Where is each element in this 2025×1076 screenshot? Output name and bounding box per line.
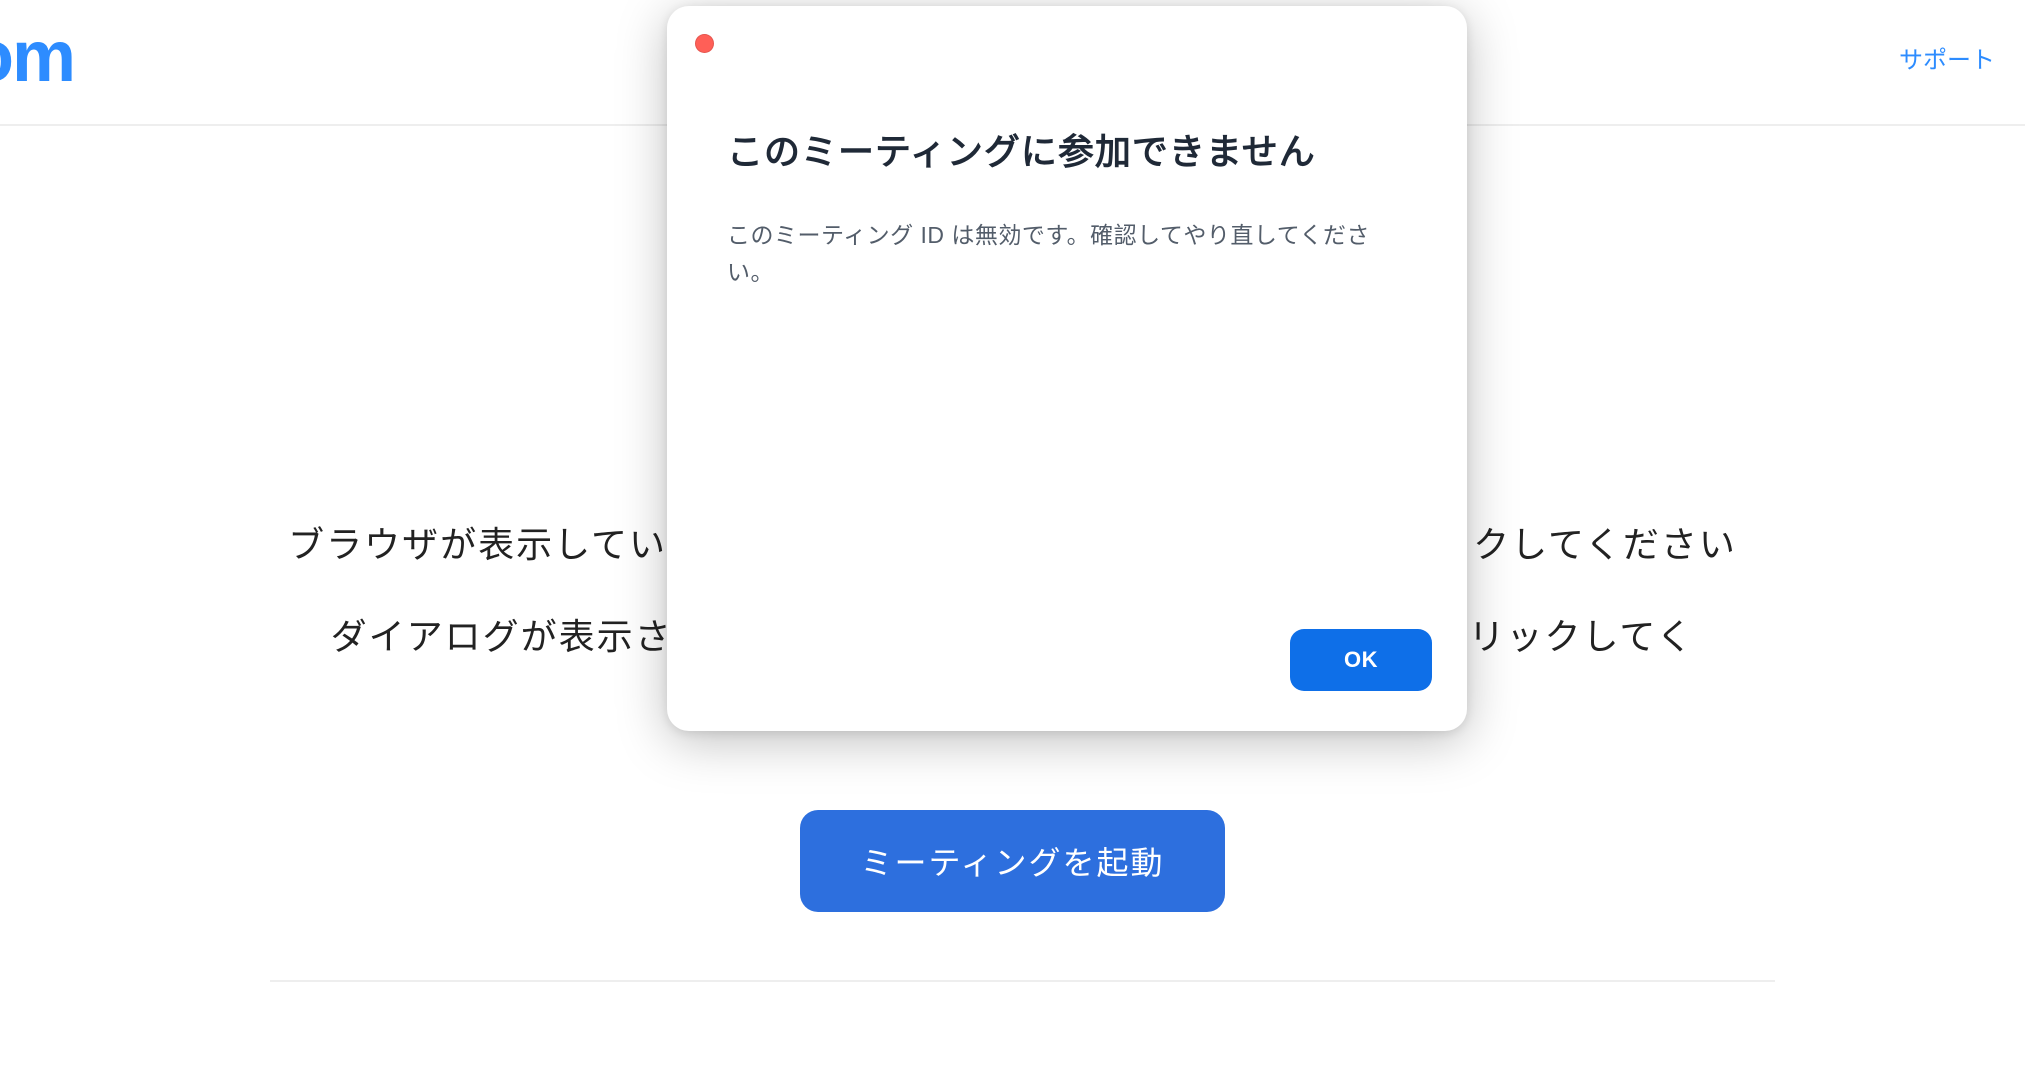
support-link[interactable]: サポート — [1899, 40, 1995, 75]
error-modal: このミーティングに参加できません このミーティング ID は無効です。確認してや… — [667, 6, 1467, 731]
zoom-logo-fragment: om — [0, 16, 74, 98]
modal-body-text: このミーティング ID は無効です。確認してやり直してください。 — [727, 217, 1382, 291]
launch-meeting-button[interactable]: ミーティングを起動 — [800, 810, 1224, 912]
modal-title: このミーティングに参加できません — [727, 123, 1442, 175]
modal-footer: OK — [692, 629, 1442, 706]
close-icon[interactable] — [695, 34, 714, 53]
ok-button[interactable]: OK — [1290, 629, 1432, 691]
footer-divider — [270, 980, 1775, 982]
